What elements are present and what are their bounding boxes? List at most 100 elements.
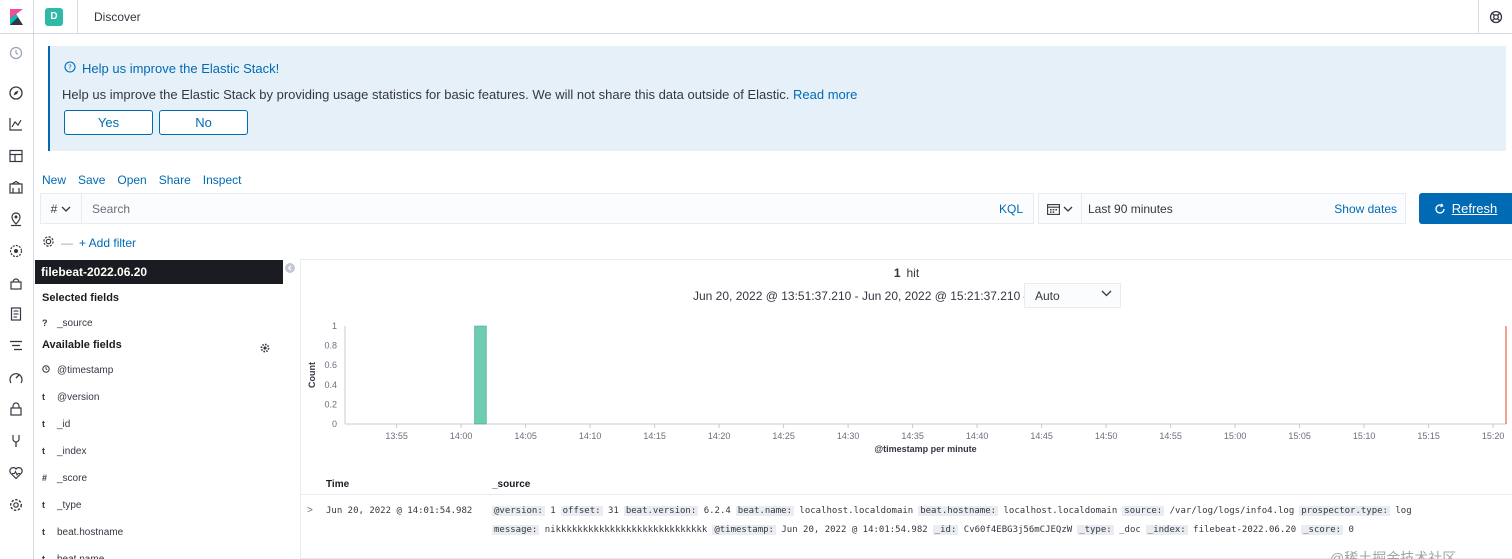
source-field-key: @timestamp:: [712, 525, 776, 535]
x-tick-label: 14:20: [708, 431, 731, 441]
field-settings-gear-icon[interactable]: [260, 340, 270, 358]
field-version[interactable]: t @version: [42, 389, 99, 405]
table-row[interactable]: > Jun 20, 2022 @ 14:01:54.982 @version: 1o…: [301, 494, 1512, 549]
source-field-value: 1: [550, 506, 556, 516]
canvas-icon[interactable]: [8, 180, 24, 196]
source-field-value: Jun 20, 2022 @ 14:01:54.982: [781, 525, 928, 535]
show-dates-link[interactable]: Show dates: [1334, 202, 1397, 216]
source-field-key: _id:: [932, 525, 959, 535]
callout-body: Help us improve the Elastic Stack by pro…: [62, 87, 857, 102]
no-button[interactable]: No: [159, 110, 248, 135]
yes-button[interactable]: Yes: [64, 110, 153, 135]
source-field-key: message:: [492, 525, 540, 535]
time-range-label: Jun 20, 2022 @ 13:51:37.210 - Jun 20, 20…: [693, 289, 1036, 303]
selected-fields-title: Selected fields: [42, 292, 120, 304]
top-header: D Discover: [34, 0, 1512, 34]
field-type-icon: t: [42, 527, 45, 537]
index-pattern-selector[interactable]: filebeat-2022.06.20: [35, 260, 283, 284]
infrastructure-icon[interactable]: [8, 275, 24, 291]
svg-text:?: ?: [68, 64, 72, 72]
menu-new[interactable]: New: [42, 173, 66, 187]
source-field-key: beat.hostname:: [918, 506, 999, 516]
monitoring-icon[interactable]: [8, 465, 24, 481]
space-avatar[interactable]: D: [45, 7, 63, 26]
x-tick-label: 14:30: [837, 431, 860, 441]
field-type-icon: #: [42, 473, 48, 483]
search-input[interactable]: Search: [92, 202, 999, 216]
telemetry-callout: ? Help us improve the Elastic Stack! Hel…: [48, 46, 1506, 151]
source-field-key: beat.name:: [735, 506, 794, 516]
field-name: beat.name: [57, 553, 105, 559]
add-filter-button[interactable]: + Add filter: [79, 236, 136, 250]
expand-row-icon[interactable]: >: [307, 505, 313, 516]
discover-icon[interactable]: [8, 85, 24, 101]
menu-open[interactable]: Open: [117, 173, 146, 187]
header-divider: [77, 0, 78, 34]
source-field-value: 31: [607, 506, 619, 516]
hits-count: 1: [893, 266, 901, 280]
kql-toggle[interactable]: KQL: [999, 202, 1023, 216]
field-score[interactable]: # _score: [42, 470, 87, 486]
field-name: _score: [57, 472, 88, 484]
x-tick-label: 14:00: [450, 431, 473, 441]
quick-select-button[interactable]: [1039, 194, 1082, 223]
hash-icon: #: [50, 201, 58, 216]
source-field-key: _index:: [1145, 525, 1188, 535]
callout-title: ? Help us improve the Elastic Stack!: [64, 61, 279, 76]
field-name: _type: [57, 499, 82, 511]
refresh-button[interactable]: Refresh: [1419, 193, 1512, 224]
field-id[interactable]: t _id: [42, 416, 70, 432]
filter-divider: —: [61, 236, 73, 250]
top-menu: New Save Open Share Inspect: [42, 173, 253, 187]
siem-icon[interactable]: [8, 401, 24, 417]
column-header-time[interactable]: Time: [326, 479, 349, 490]
dev-tools-icon[interactable]: [8, 433, 24, 449]
uptime-icon[interactable]: [8, 370, 24, 386]
interval-select[interactable]: Auto: [1024, 283, 1121, 308]
menu-share[interactable]: Share: [159, 173, 191, 187]
apm-icon[interactable]: [8, 338, 24, 354]
help-icon[interactable]: [1478, 0, 1512, 34]
field-beat-name[interactable]: t beat.name: [42, 551, 104, 559]
source-field-value: /var/log/logs/info4.log: [1169, 506, 1295, 516]
maps-icon[interactable]: [8, 211, 24, 227]
date-picker: Last 90 minutes Show dates: [1038, 193, 1406, 224]
management-icon[interactable]: [8, 497, 24, 513]
dashboard-icon[interactable]: [8, 148, 24, 164]
x-tick-label: 15:10: [1353, 431, 1376, 441]
x-tick-label: 13:55: [385, 431, 408, 441]
date-range-text[interactable]: Last 90 minutes: [1088, 202, 1334, 216]
collapse-sidebar-button[interactable]: [285, 263, 295, 273]
field-index[interactable]: t _index: [42, 443, 86, 459]
refresh-icon: [1435, 202, 1445, 214]
source-field-key: source:: [1122, 506, 1165, 516]
y-tick-label: 0.2: [324, 399, 337, 409]
saved-query-button[interactable]: #: [41, 194, 82, 223]
field-timestamp[interactable]: @timestamp: [42, 362, 113, 378]
visualize-icon[interactable]: [8, 116, 24, 132]
menu-inspect[interactable]: Inspect: [203, 173, 242, 187]
histogram-chart: 0 0.2 0.4 0.6 0.8 1 13:55 14:00 14:05 14:10 14:15 1…: [307, 321, 1507, 454]
gear-icon[interactable]: [42, 235, 55, 251]
column-header-source[interactable]: _source: [492, 479, 530, 490]
x-tick-label: 15:15: [1417, 431, 1440, 441]
x-tick-label: 14:50: [1095, 431, 1118, 441]
source-field-key: _type:: [1077, 525, 1114, 535]
y-tick-label: 0.4: [324, 380, 337, 390]
source-field-value: Cv60f4EBG3j56mCJEQzW: [963, 525, 1073, 535]
x-tick-label: 14:45: [1030, 431, 1053, 441]
field-beat-hostname[interactable]: t beat.hostname: [42, 524, 123, 540]
kibana-logo-icon[interactable]: [0, 0, 33, 34]
recent-icon[interactable]: [8, 45, 24, 61]
source-line: @version: 1 offset: 31 beat.version: 6.2.4…: [492, 506, 1502, 516]
logs-icon[interactable]: [8, 306, 24, 322]
watermark: @稀土掘金技术社区: [1330, 550, 1457, 559]
field-type[interactable]: t _type: [42, 497, 81, 513]
hits-counter: 1 hit: [301, 266, 1512, 280]
menu-save[interactable]: Save: [78, 173, 105, 187]
ml-icon[interactable]: [8, 243, 24, 259]
field-source[interactable]: ? _source: [42, 315, 93, 331]
field-type-icon: t: [42, 392, 45, 402]
read-more-link[interactable]: Read more: [793, 87, 857, 102]
breadcrumb[interactable]: Discover: [94, 10, 141, 24]
